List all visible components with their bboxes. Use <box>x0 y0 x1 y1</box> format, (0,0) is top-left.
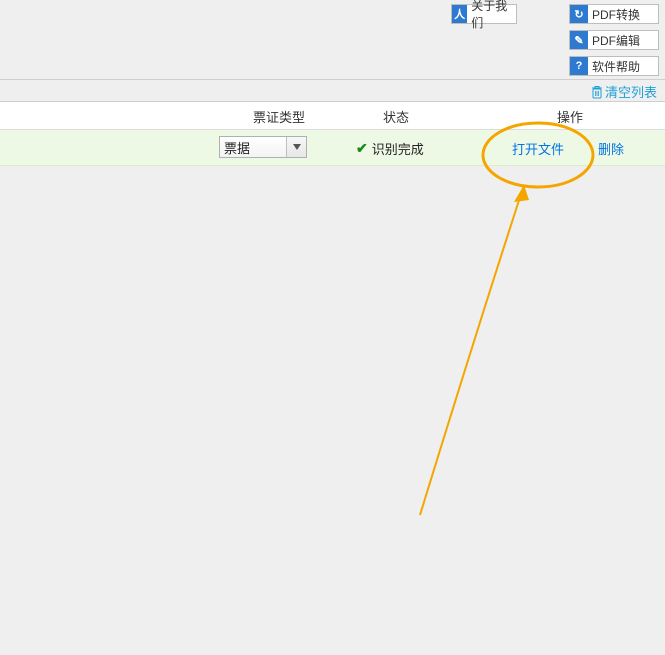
table-header-row: 票证类型 状态 操作 <box>0 102 665 130</box>
pdf-convert-button[interactable]: ↻ PDF转换 <box>569 4 659 24</box>
help-icon: ? <box>570 57 588 75</box>
table-row: 票据 ✔ 识别完成 打开文件 删除 <box>0 130 665 166</box>
status-text: 识别完成 <box>372 139 424 158</box>
delete-link[interactable]: 删除 <box>598 139 624 158</box>
edit-icon: ✎ <box>570 31 588 49</box>
list-toolbar: 清空列表 <box>0 80 665 102</box>
open-file-link[interactable]: 打开文件 <box>512 139 564 158</box>
clear-list-button[interactable]: 清空列表 <box>591 82 657 101</box>
check-icon: ✔ <box>356 140 368 157</box>
software-help-button-label: 软件帮助 <box>588 58 644 75</box>
list-table: 票证类型 状态 操作 票据 ✔ 识别完成 打开文件 删除 <box>0 102 665 166</box>
empty-area <box>0 166 665 655</box>
doc-type-select[interactable]: 票据 <box>219 136 307 158</box>
doc-type-select-value: 票据 <box>220 138 286 157</box>
col-header-type: 票证类型 <box>219 107 339 126</box>
col-header-op: 操作 <box>510 107 630 126</box>
person-icon: 人 <box>452 5 467 23</box>
about-button[interactable]: 人 关于我们 <box>451 4 517 24</box>
col-header-status: 状态 <box>356 107 436 126</box>
top-toolbar: 人 关于我们 ↻ PDF转换 ✎ PDF编辑 ? 软件帮助 <box>0 0 665 80</box>
clear-list-label: 清空列表 <box>605 82 657 101</box>
refresh-icon: ↻ <box>570 5 588 23</box>
software-help-button[interactable]: ? 软件帮助 <box>569 56 659 76</box>
trash-icon <box>591 85 603 99</box>
chevron-down-icon <box>286 137 306 157</box>
pdf-edit-button[interactable]: ✎ PDF编辑 <box>569 30 659 50</box>
pdf-edit-button-label: PDF编辑 <box>588 32 644 49</box>
about-button-label: 关于我们 <box>467 0 516 31</box>
pdf-convert-button-label: PDF转换 <box>588 6 644 23</box>
status-cell: ✔ 识别完成 <box>356 139 424 158</box>
